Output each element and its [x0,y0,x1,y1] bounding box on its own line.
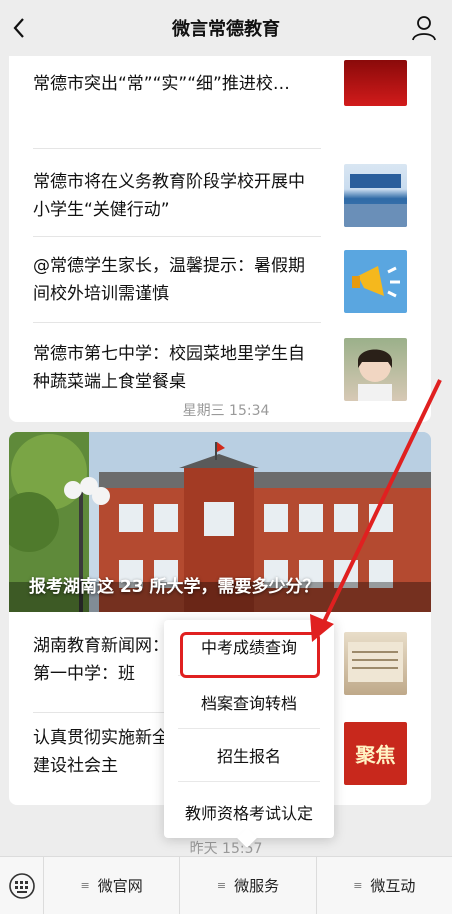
bottom-menu-bar: ≡ 微官网 ≡ 微服务 ≡ 微互动 [0,856,452,914]
menu-list-icon: ≡ [353,879,363,892]
footer-tab-label: 微互动 [370,877,416,895]
footer-tab-interact[interactable]: ≡ 微互动 [317,857,452,914]
footer-tab-label: 微服务 [234,877,280,895]
article-item[interactable]: @常德学生家长，温馨提示：暑假期间校外培训需谨慎 [33,248,407,318]
article-title: @常德学生家长，温馨提示：暑假期间校外培训需谨慎 [33,256,305,304]
article-item[interactable]: 常德市将在义务教育阶段学校开展中小学生“关健行动” [33,162,407,232]
highlight-box [180,632,320,678]
divider [33,148,321,149]
article-thumbnail [344,164,407,227]
page-title: 微言常德教育 [172,19,280,40]
menu-list-icon: ≡ [80,879,90,892]
footer-tab-website[interactable]: ≡ 微官网 [44,857,181,914]
menu-item-enrollment[interactable]: 招生报名 [164,729,334,781]
article-thumbnail [344,60,407,106]
back-icon[interactable] [6,14,32,42]
hero-image[interactable]: 报考湖南这 23 所大学，需要多少分？ [9,432,431,612]
article-thumbnail [344,632,407,695]
top-bar: 微言常德教育 [0,0,452,56]
divider [33,322,321,323]
article-title: 常德市将在义务教育阶段学校开展中小学生“关健行动” [33,172,305,220]
article-title: 常德市突出“常”“实”“细”推进校… [33,74,290,94]
article-item[interactable]: 常德市突出“常”“实”“细”推进校… [33,60,407,106]
timestamp: 昨天 15:57 [189,841,263,856]
thumb-badge: 聚焦 [355,743,396,767]
footer-tab-label: 微官网 [97,877,143,895]
divider [33,236,321,237]
article-thumbnail [344,338,407,401]
footer-tab-services[interactable]: ≡ 微服务 [180,857,317,914]
profile-icon[interactable] [410,14,438,42]
article-card: 常德市突出“常”“实”“细”推进校… 常德市将在义务教育阶段学校开展中小学生“关… [9,56,431,422]
article-item[interactable]: 常德市第七中学：校园菜地里学生自种蔬菜端上食堂餐桌 [33,336,407,406]
article-thumbnail: 聚焦 [344,722,407,785]
article-title: 常德市第七中学：校园菜地里学生自种蔬菜端上食堂餐桌 [33,344,305,392]
keyboard-icon[interactable] [0,857,44,914]
menu-item-archive-transfer[interactable]: 档案查询转档 [164,676,334,728]
megaphone-icon [344,250,407,313]
timestamp: 星期三 15:34 [182,403,270,419]
menu-list-icon: ≡ [216,879,227,892]
divider [178,781,320,782]
hero-title: 报考湖南这 23 所大学，需要多少分？ [29,577,320,597]
